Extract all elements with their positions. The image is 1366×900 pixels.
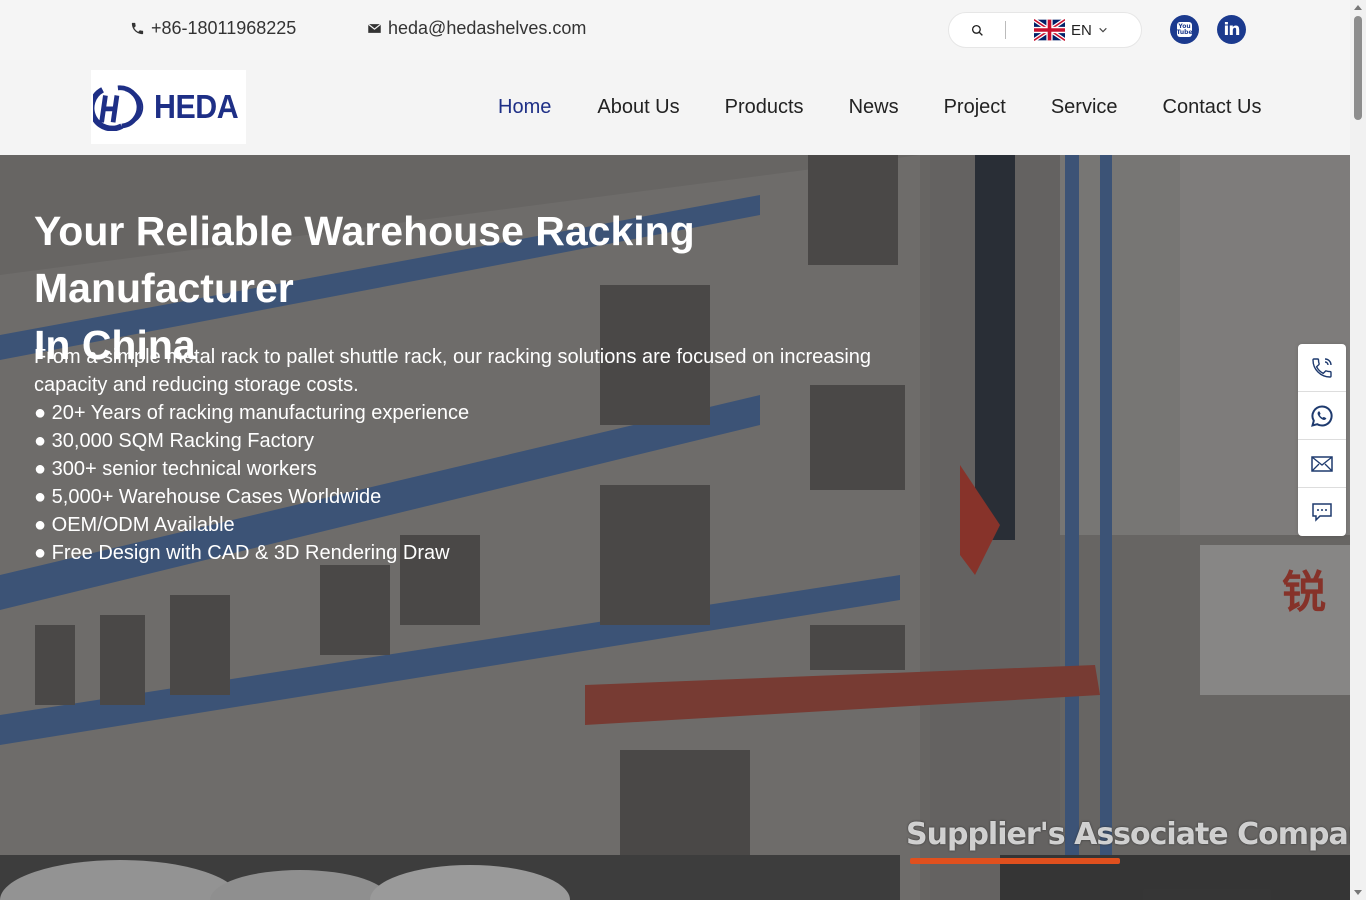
feature-item: OEM/ODM Available — [34, 511, 469, 539]
email-address: heda@hedashelves.com — [388, 18, 587, 38]
hero-feature-list: 20+ Years of racking manufacturing exper… — [34, 399, 470, 567]
chevron-down-icon — [1099, 27, 1107, 33]
whatsapp-icon — [1311, 404, 1333, 427]
email-contact[interactable]: heda@hedashelves.com — [367, 18, 586, 39]
youtube-link[interactable]: You Tube — [1170, 15, 1199, 44]
envelope-icon — [367, 23, 382, 33]
phone-icon — [131, 22, 144, 35]
feature-item: 5,000+ Warehouse Cases Worldwide — [34, 483, 469, 511]
divider — [1005, 21, 1006, 39]
language-label: EN — [1071, 21, 1092, 39]
video-caption-watermark: Supplier's Associate Company — [906, 817, 1350, 852]
search-button[interactable] — [949, 13, 1005, 47]
message-icon — [1312, 503, 1332, 522]
heda-logo-mark-icon — [93, 85, 144, 131]
logo[interactable]: HEDA — [91, 70, 246, 144]
feature-item: Free Design with CAD & 3D Rendering Draw — [34, 539, 469, 567]
search-language-pill: EN — [948, 12, 1142, 48]
phone-icon — [1312, 357, 1332, 378]
feature-item: 20+ Years of racking manufacturing exper… — [34, 399, 470, 427]
side-email-button[interactable] — [1298, 440, 1346, 488]
language-selector[interactable]: EN — [1034, 19, 1108, 41]
site-header: HEDA Home About Us Products News Project… — [0, 60, 1350, 155]
hero-title-line-1: Your Reliable Warehouse Racking Manufact… — [34, 208, 695, 311]
hero-banner: 锐 Your Reliable Warehouse Racking Manufa… — [0, 155, 1350, 900]
linkedin-icon: in — [1223, 19, 1241, 40]
uk-flag-icon — [1034, 19, 1065, 41]
feature-item: 30,000 SQM Racking Factory — [34, 427, 469, 455]
nav-home[interactable]: Home — [498, 96, 551, 119]
email-icon — [1311, 455, 1333, 472]
nav-service[interactable]: Service — [1051, 96, 1118, 119]
nav-products[interactable]: Products — [725, 96, 804, 119]
logo-text: HEDA — [154, 88, 239, 125]
watermark-underline — [910, 858, 1120, 864]
phone-contact[interactable]: +86-18011968225 — [130, 18, 296, 39]
hero-description: From a simple metal rack to pallet shutt… — [34, 346, 872, 396]
main-nav: Home About Us Products News Project Serv… — [498, 96, 1261, 119]
side-phone-button[interactable] — [1298, 344, 1346, 392]
youtube-icon: You Tube — [1176, 22, 1193, 37]
search-icon — [971, 24, 983, 36]
linkedin-link[interactable]: in — [1217, 15, 1246, 44]
page-scrollbar[interactable] — [1350, 0, 1366, 900]
scroll-thumb[interactable] — [1354, 16, 1362, 120]
nav-news[interactable]: News — [849, 96, 899, 119]
feature-item: 300+ senior technical workers — [34, 455, 469, 483]
nav-project[interactable]: Project — [944, 96, 1006, 119]
side-message-button[interactable] — [1298, 488, 1346, 536]
phone-number: +86-18011968225 — [151, 18, 297, 38]
side-whatsapp-button[interactable] — [1298, 392, 1346, 440]
top-bar: +86-18011968225 heda@hedashelves.com EN … — [0, 0, 1350, 60]
scroll-up-arrow-icon[interactable] — [1354, 5, 1362, 10]
nav-about-us[interactable]: About Us — [597, 96, 679, 119]
scroll-down-arrow-icon[interactable] — [1354, 890, 1362, 895]
nav-contact-us[interactable]: Contact Us — [1163, 96, 1262, 119]
floating-contact-bar — [1298, 344, 1346, 536]
